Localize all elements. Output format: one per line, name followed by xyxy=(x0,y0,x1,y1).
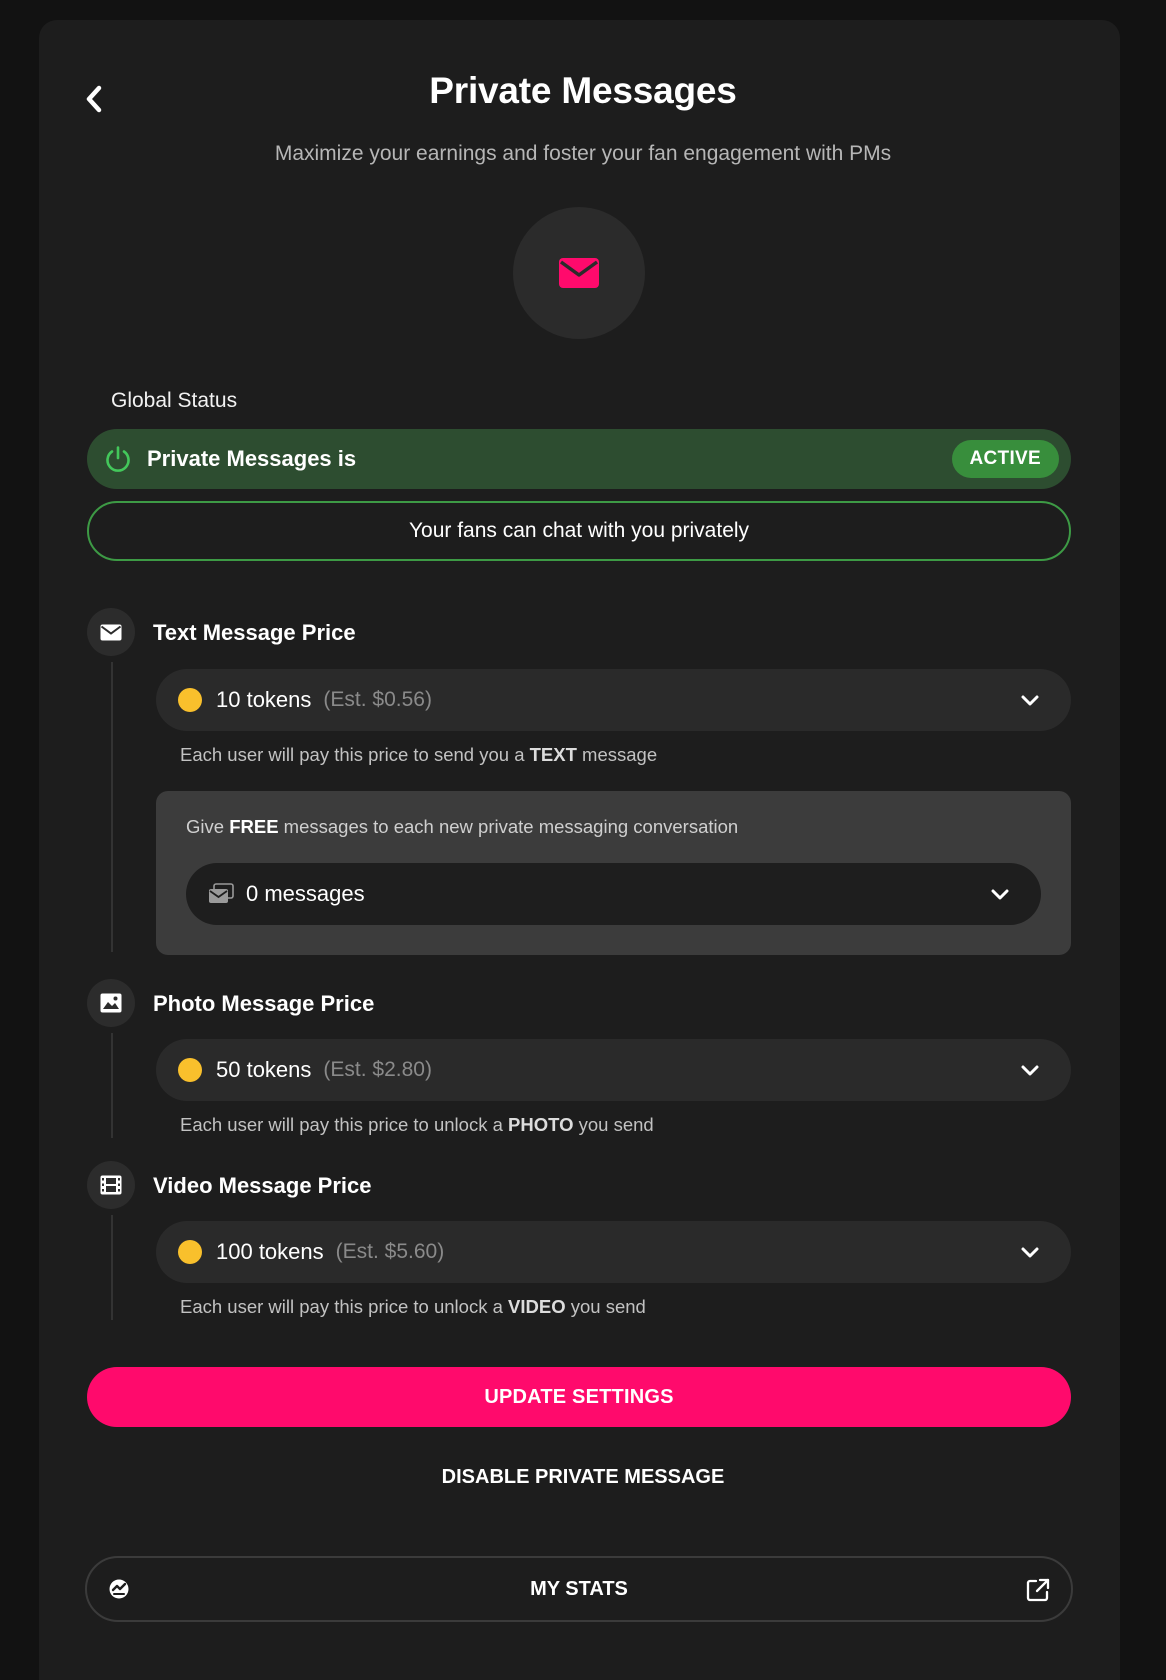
video-price-title: Video Message Price xyxy=(153,1173,372,1198)
image-icon xyxy=(100,993,122,1013)
envelopes-icon xyxy=(208,883,234,905)
update-settings-button[interactable]: UPDATE SETTINGS xyxy=(87,1367,1071,1427)
free-prefix: Give xyxy=(186,816,225,837)
helper-bold: PHOTO xyxy=(508,1114,574,1135)
envelope-icon xyxy=(100,624,122,640)
global-status-bar: Private Messages is ACTIVE xyxy=(87,429,1071,489)
status-note: Your fans can chat with you privately xyxy=(87,501,1071,561)
photo-price-icon-badge xyxy=(87,979,135,1027)
helper-suffix: you send xyxy=(578,1114,654,1135)
chevron-down-icon xyxy=(1019,1059,1041,1081)
free-messages-value: 0 messages xyxy=(246,881,365,906)
helper-bold: TEXT xyxy=(529,744,577,765)
free-suffix: messages to each new private messaging c… xyxy=(283,816,739,837)
film-icon xyxy=(100,1175,122,1195)
my-stats-button[interactable]: MY STATS xyxy=(85,1556,1073,1622)
text-price-amount: 10 tokens xyxy=(216,687,312,712)
text-price-title: Text Message Price xyxy=(153,620,356,645)
video-price-icon-badge xyxy=(87,1161,135,1209)
stats-icon xyxy=(108,1578,130,1600)
status-badge: ACTIVE xyxy=(951,440,1059,478)
global-status-label: Global Status xyxy=(111,389,238,412)
video-price-estimate: (Est. $5.60) xyxy=(335,1240,445,1263)
chevron-down-icon xyxy=(989,883,1011,905)
my-stats-label: MY STATS xyxy=(530,1577,628,1600)
power-icon xyxy=(103,444,133,474)
status-label: Private Messages is xyxy=(147,446,357,471)
free-messages-select[interactable]: 0 messages xyxy=(186,863,1041,925)
free-bold: FREE xyxy=(229,816,279,837)
coin-icon xyxy=(178,688,202,712)
free-messages-box: Give FREE messages to each new private m… xyxy=(156,791,1071,955)
timeline-line xyxy=(111,662,113,952)
helper-bold: VIDEO xyxy=(508,1296,566,1317)
timeline-line xyxy=(111,1215,113,1320)
text-price-icon-badge xyxy=(87,608,135,656)
text-price-estimate: (Est. $0.56) xyxy=(323,688,432,711)
disable-private-message-button[interactable]: DISABLE PRIVATE MESSAGE xyxy=(0,1466,1166,1489)
photo-price-estimate: (Est. $2.80) xyxy=(323,1058,432,1081)
helper-suffix: message xyxy=(582,744,658,765)
photo-price-helper: Each user will pay this price to unlock … xyxy=(180,1114,654,1136)
coin-icon xyxy=(178,1058,202,1082)
text-price-select[interactable]: 10 tokens (Est. $0.56) xyxy=(156,669,1071,731)
photo-price-select[interactable]: 50 tokens (Est. $2.80) xyxy=(156,1039,1071,1101)
video-price-select[interactable]: 100 tokens (Est. $5.60) xyxy=(156,1221,1071,1283)
coin-icon xyxy=(178,1240,202,1264)
photo-price-amount: 50 tokens xyxy=(216,1057,312,1082)
page-title: Private Messages xyxy=(429,70,737,111)
envelope-icon xyxy=(559,258,599,288)
video-price-helper: Each user will pay this price to unlock … xyxy=(180,1296,646,1318)
chevron-down-icon xyxy=(1019,689,1041,711)
helper-prefix: Each user will pay this price to unlock … xyxy=(180,1114,503,1135)
text-price-helper: Each user will pay this price to send yo… xyxy=(180,744,657,766)
timeline-line xyxy=(111,1033,113,1138)
helper-prefix: Each user will pay this price to unlock … xyxy=(180,1296,503,1317)
chevron-down-icon xyxy=(1019,1241,1041,1263)
helper-suffix: you send xyxy=(570,1296,646,1317)
video-price-amount: 100 tokens xyxy=(216,1239,324,1264)
page-subtitle: Maximize your earnings and foster your f… xyxy=(274,142,892,165)
photo-price-title: Photo Message Price xyxy=(153,991,375,1016)
helper-prefix: Each user will pay this price to send yo… xyxy=(180,744,525,765)
free-messages-text: Give FREE messages to each new private m… xyxy=(186,816,738,838)
hero-envelope-badge xyxy=(513,207,645,339)
external-link-icon xyxy=(1025,1577,1051,1603)
